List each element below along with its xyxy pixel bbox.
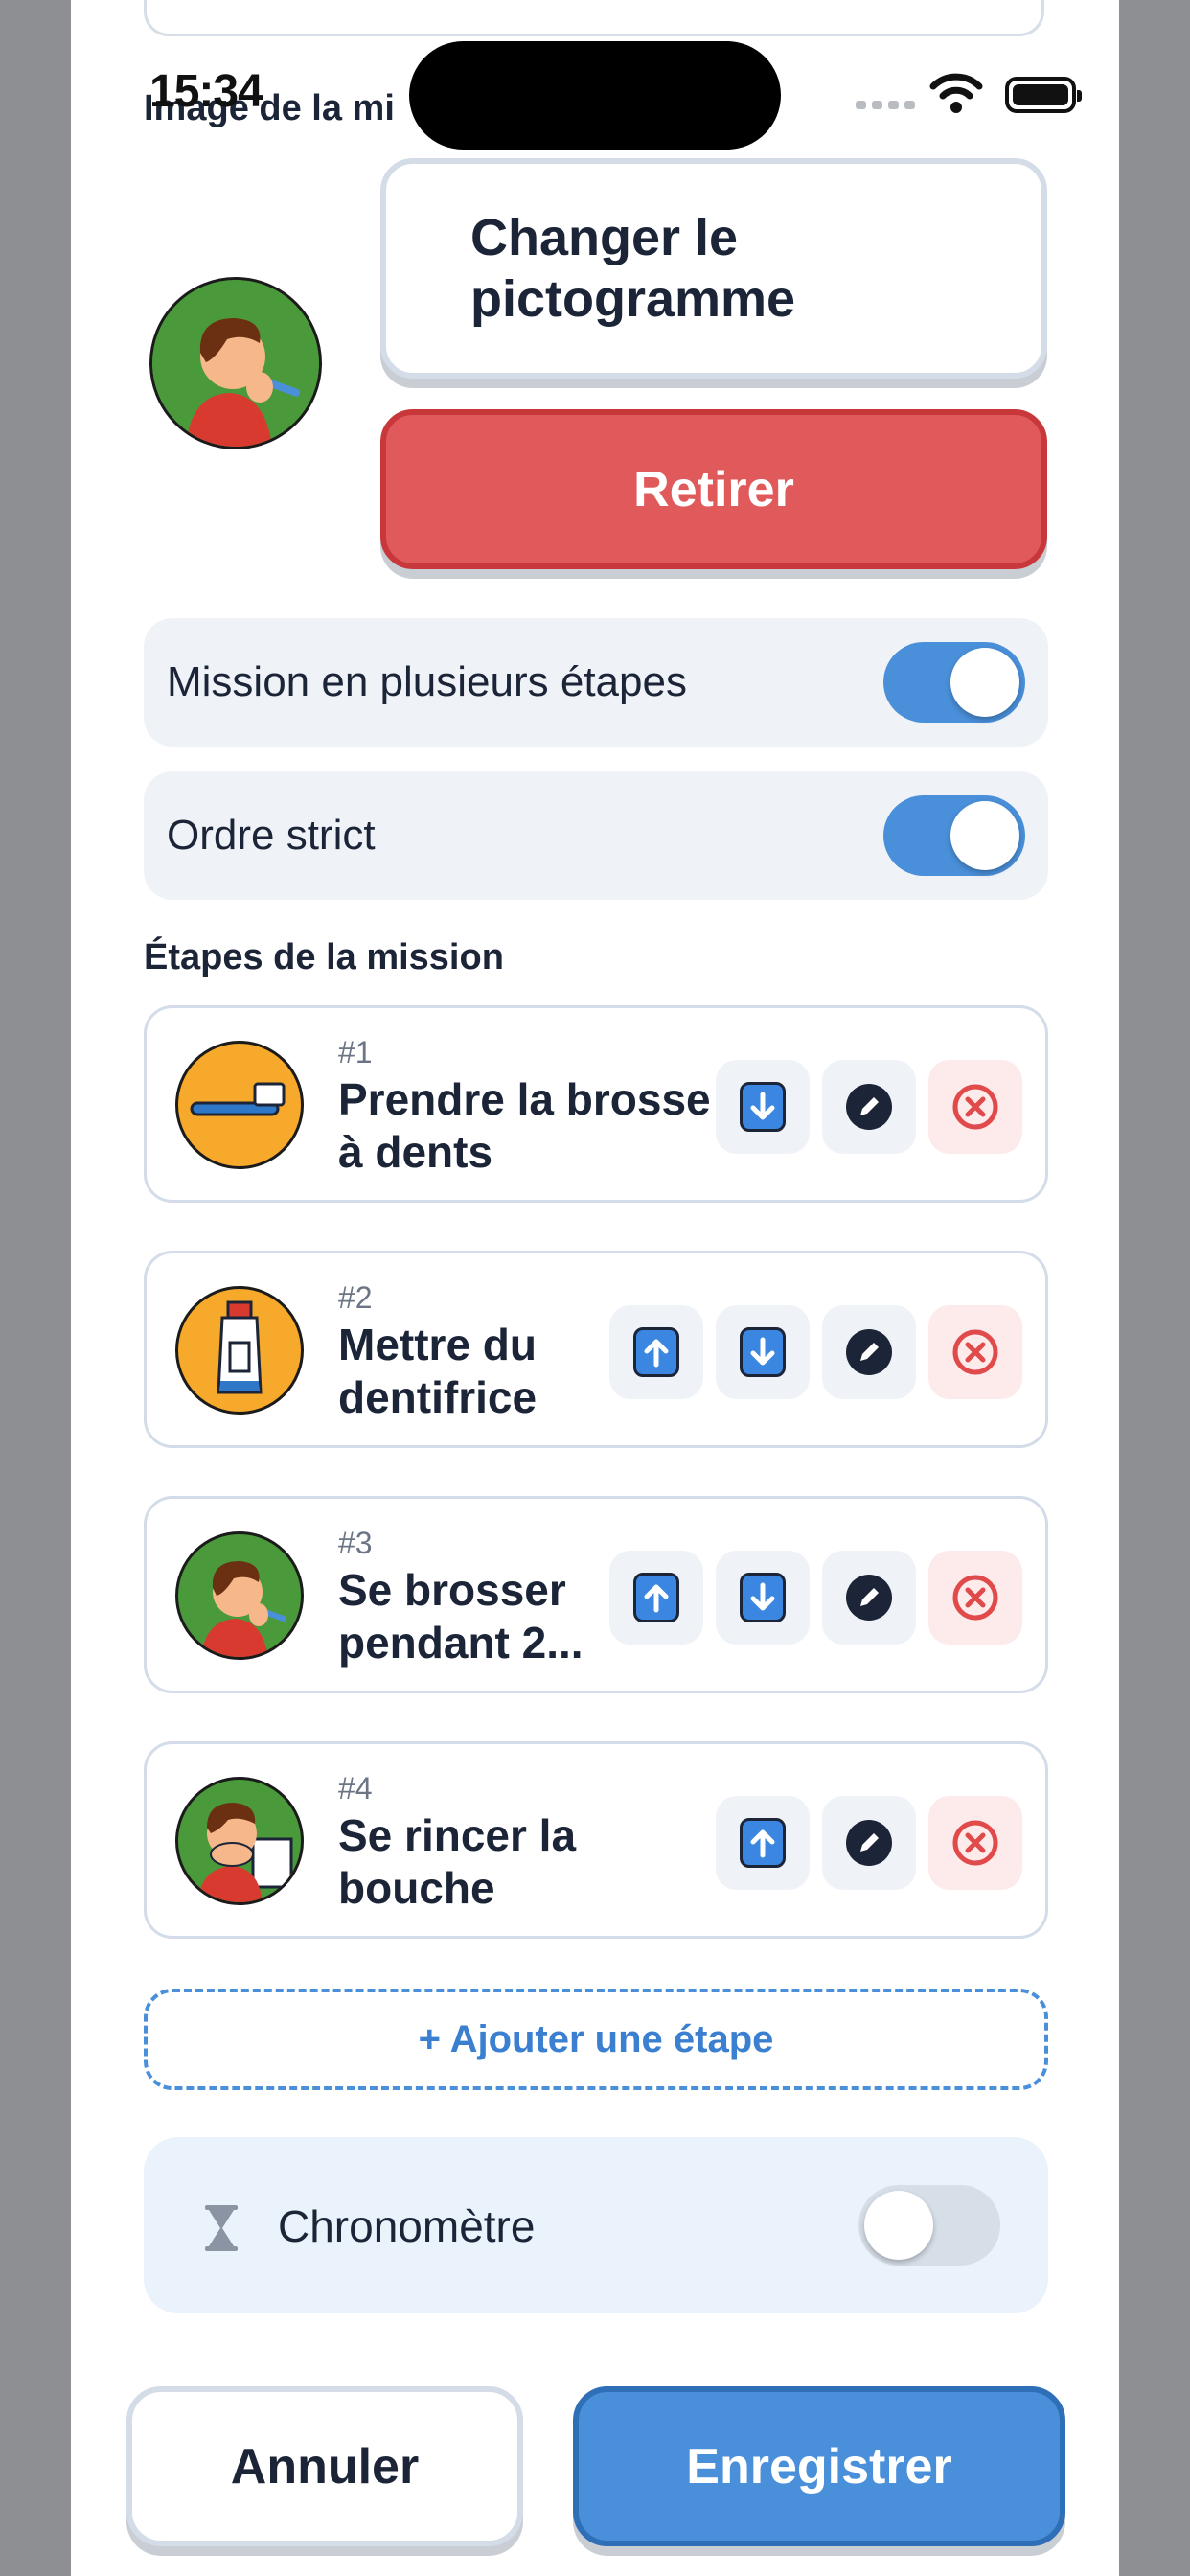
arrow-down-icon bbox=[740, 1327, 786, 1377]
dynamic-island bbox=[409, 41, 781, 150]
cancel-button[interactable]: Annuler bbox=[126, 2386, 523, 2546]
arrow-down-icon bbox=[740, 1082, 786, 1132]
boy-brushing-teeth-icon bbox=[175, 1531, 304, 1660]
wifi-icon bbox=[929, 73, 983, 120]
delete-step-button[interactable] bbox=[928, 1060, 1022, 1154]
step-number: #3 bbox=[338, 1526, 373, 1560]
step-card: #4 Se rincer la bouche bbox=[144, 1741, 1048, 1939]
step-card: #1 Prendre la brosse à dents bbox=[144, 1005, 1048, 1203]
timer-toggle[interactable] bbox=[858, 2185, 1000, 2266]
cancel-label: Annuler bbox=[230, 2438, 420, 2495]
move-up-button[interactable] bbox=[609, 1305, 703, 1399]
cellular-signal-icon bbox=[856, 101, 915, 109]
move-down-button[interactable] bbox=[716, 1305, 810, 1399]
timer-row: Chronomètre bbox=[144, 2137, 1048, 2313]
previous-field[interactable] bbox=[144, 0, 1044, 36]
toothpaste-icon bbox=[175, 1286, 304, 1414]
move-down-button[interactable] bbox=[716, 1551, 810, 1644]
close-icon bbox=[952, 1575, 998, 1621]
multi-step-toggle[interactable] bbox=[883, 642, 1025, 723]
step-title: Se rincer la bouche bbox=[338, 1810, 577, 1913]
toothbrush-icon bbox=[175, 1041, 304, 1169]
strict-order-label: Ordre strict bbox=[167, 812, 376, 859]
step-number: #2 bbox=[338, 1280, 373, 1315]
status-time: 15:34 bbox=[149, 66, 263, 117]
delete-step-button[interactable] bbox=[928, 1305, 1022, 1399]
change-picto-label: Changer le pictogramme bbox=[470, 209, 796, 328]
timer-label: Chronomètre bbox=[278, 2201, 536, 2251]
move-up-button[interactable] bbox=[716, 1796, 810, 1890]
delete-step-button[interactable] bbox=[928, 1796, 1022, 1890]
hourglass-icon bbox=[205, 2205, 238, 2251]
arrow-up-icon bbox=[633, 1573, 679, 1622]
strict-order-toggle[interactable] bbox=[883, 795, 1025, 876]
add-step-button[interactable]: + Ajouter une étape bbox=[144, 1989, 1048, 2090]
edit-step-button[interactable] bbox=[822, 1305, 916, 1399]
step-number: #1 bbox=[338, 1035, 373, 1070]
close-icon bbox=[952, 1820, 998, 1866]
arrow-up-icon bbox=[740, 1818, 786, 1868]
step-title: Prendre la brosse à dents bbox=[338, 1074, 711, 1177]
move-up-button[interactable] bbox=[609, 1551, 703, 1644]
save-label: Enregistrer bbox=[686, 2438, 952, 2495]
step-card: #3 Se brosser pendant 2... bbox=[144, 1496, 1048, 1693]
steps-section-title: Étapes de la mission bbox=[144, 937, 504, 978]
strict-order-row: Ordre strict bbox=[144, 771, 1048, 900]
arrow-down-icon bbox=[740, 1573, 786, 1622]
edit-step-button[interactable] bbox=[822, 1796, 916, 1890]
close-icon bbox=[952, 1084, 998, 1130]
mission-picto-boy-brushing-teeth-icon bbox=[149, 277, 322, 449]
delete-step-button[interactable] bbox=[928, 1551, 1022, 1644]
remove-picto-label: Retirer bbox=[633, 461, 794, 518]
pencil-icon bbox=[846, 1575, 892, 1621]
edit-step-button[interactable] bbox=[822, 1551, 916, 1644]
add-step-label: + Ajouter une étape bbox=[418, 2017, 774, 2060]
save-button[interactable]: Enregistrer bbox=[573, 2386, 1065, 2546]
pencil-icon bbox=[846, 1084, 892, 1130]
remove-picto-button[interactable]: Retirer bbox=[380, 409, 1047, 569]
step-number: #4 bbox=[338, 1771, 373, 1806]
multi-step-label: Mission en plusieurs étapes bbox=[167, 658, 687, 705]
battery-icon bbox=[1005, 77, 1082, 113]
change-picto-button[interactable]: Changer le pictogramme bbox=[380, 158, 1047, 379]
boy-rinsing-mouth-icon bbox=[175, 1777, 304, 1905]
multi-step-row: Mission en plusieurs étapes bbox=[144, 618, 1048, 747]
step-card: #2 Mettre du dentifrice bbox=[144, 1251, 1048, 1448]
pencil-icon bbox=[846, 1329, 892, 1375]
close-icon bbox=[952, 1329, 998, 1375]
move-down-button[interactable] bbox=[716, 1060, 810, 1154]
arrow-up-icon bbox=[633, 1327, 679, 1377]
pencil-icon bbox=[846, 1820, 892, 1866]
edit-step-button[interactable] bbox=[822, 1060, 916, 1154]
